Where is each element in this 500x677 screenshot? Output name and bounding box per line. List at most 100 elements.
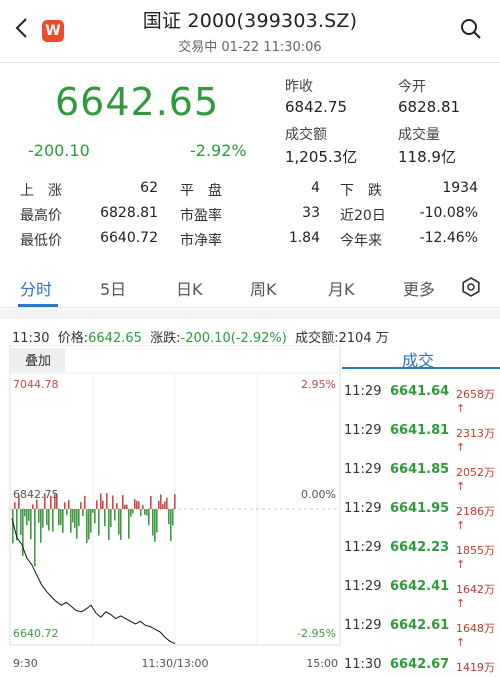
trade-volume-cell: 2052万↑ bbox=[456, 464, 500, 493]
y-axis-top: 7044.78 bbox=[13, 378, 59, 391]
prev-close-value: 6842.75 bbox=[285, 98, 348, 116]
flat-label: 平 盘 bbox=[180, 183, 222, 199]
up-bar bbox=[80, 502, 82, 509]
up-bar bbox=[160, 494, 162, 509]
page-title: 国证 2000(399303.SZ) bbox=[142, 10, 358, 32]
up-arrow-icon: ↑ bbox=[456, 519, 466, 532]
down-bar bbox=[60, 509, 62, 525]
top-bar: W 国证 2000(399303.SZ) 交易中 01-22 11:30:06 bbox=[0, 0, 500, 60]
down-bar bbox=[94, 509, 96, 524]
up-bar bbox=[68, 500, 70, 509]
info-time: 11:30 bbox=[12, 331, 50, 346]
down-bar bbox=[144, 509, 146, 515]
x-axis-mid: 11:30/13:00 bbox=[141, 657, 208, 670]
down-bar bbox=[24, 509, 26, 517]
trade-row: 11:29 6641.85 2052万↑ bbox=[344, 462, 500, 493]
info-change: -200.10(-2.92%) bbox=[180, 331, 287, 346]
search-icon[interactable] bbox=[460, 18, 482, 40]
down-bar bbox=[78, 509, 80, 527]
trade-volume: 1419万 bbox=[456, 661, 495, 674]
up-bar bbox=[136, 500, 138, 509]
up-bar bbox=[84, 495, 86, 509]
up-arrow-icon: ↑ bbox=[456, 480, 466, 493]
intraday-chart[interactable]: 叠加 7044.78 6842.75 6640.72 2.95% 0.00% -… bbox=[0, 345, 342, 677]
down-bar bbox=[110, 509, 112, 528]
trade-price: 6641.95 bbox=[390, 501, 450, 516]
trade-price: 6641.81 bbox=[390, 423, 450, 438]
info-price: 6642.65 bbox=[88, 331, 142, 346]
up-bar bbox=[96, 500, 98, 509]
down-bar bbox=[82, 509, 84, 517]
trade-price: 6642.23 bbox=[390, 540, 450, 555]
turnover-label: 成交额 bbox=[285, 127, 327, 143]
down-bar bbox=[156, 509, 158, 533]
current-price: 6642.65 bbox=[55, 80, 220, 124]
info-amount: 2104 万 bbox=[338, 331, 389, 346]
down-bar bbox=[172, 509, 174, 526]
pb-value: 1.84 bbox=[288, 230, 320, 246]
tab-intraday[interactable]: 分时 bbox=[20, 276, 52, 300]
down-bar bbox=[128, 509, 130, 539]
up-arrow-icon: ↑ bbox=[456, 597, 466, 610]
trade-volume: 2313万 bbox=[456, 427, 495, 440]
trade-row: 11:29 6641.81 2313万↑ bbox=[344, 423, 500, 454]
overlay-label: 叠加 bbox=[25, 354, 51, 369]
info-amount-label: 成交额: bbox=[295, 331, 339, 346]
up-bar bbox=[174, 494, 176, 509]
price-change: -200.10 bbox=[28, 141, 90, 160]
trade-price: 6642.41 bbox=[390, 579, 450, 594]
up-bar bbox=[126, 504, 128, 509]
down-bar bbox=[132, 509, 134, 514]
down-bar bbox=[148, 509, 150, 526]
trade-row: 11:29 6641.64 2658万↑ bbox=[344, 384, 500, 415]
trade-time: 11:29 bbox=[344, 423, 382, 438]
down-bar bbox=[48, 509, 50, 531]
up-arrow-icon: ↑ bbox=[456, 441, 466, 454]
trade-row: 11:29 6642.23 1855万↑ bbox=[344, 540, 500, 571]
open-value: 6828.81 bbox=[398, 98, 461, 116]
down-bar bbox=[72, 509, 74, 523]
down-bar bbox=[74, 509, 76, 528]
up-bar bbox=[142, 504, 144, 509]
up-bar bbox=[112, 495, 114, 509]
trade-price: 6641.64 bbox=[390, 384, 450, 399]
trade-volume-cell: 1419万↑ bbox=[456, 659, 500, 677]
trade-time: 11:29 bbox=[344, 579, 382, 594]
active-tab-indicator bbox=[18, 304, 58, 307]
trade-row: 11:30 6642.67 1419万↑ bbox=[344, 657, 500, 677]
up-bar bbox=[102, 500, 104, 509]
down-bar bbox=[98, 509, 100, 536]
tab-daily-k[interactable]: 日K bbox=[176, 276, 203, 300]
down-bar bbox=[76, 509, 78, 539]
tab-5day[interactable]: 5日 bbox=[100, 276, 126, 300]
trade-time: 11:29 bbox=[344, 462, 382, 477]
chart-tabs: 分时 5日 日K 周K 月K 更多 bbox=[0, 268, 500, 308]
pe-label: 市盈率 bbox=[180, 208, 222, 224]
volume-value: 118.9亿 bbox=[398, 148, 456, 166]
ytd-label: 今年来 bbox=[340, 233, 382, 249]
down-bar bbox=[114, 509, 116, 521]
trade-price: 6642.61 bbox=[390, 618, 450, 633]
trade-volume: 1648万 bbox=[456, 622, 495, 635]
trades-header[interactable]: 成交 bbox=[342, 347, 500, 370]
info-change-label: 涨跌: bbox=[150, 331, 181, 346]
down-bar bbox=[62, 509, 64, 533]
tab-monthly-k[interactable]: 月K bbox=[328, 276, 355, 300]
down-bar bbox=[104, 509, 106, 527]
settings-icon[interactable] bbox=[461, 277, 481, 297]
d20-label: 近20日 bbox=[340, 208, 386, 224]
down-bar bbox=[42, 509, 44, 528]
trade-volume: 2658万 bbox=[456, 388, 495, 401]
volume-label: 成交量 bbox=[398, 127, 440, 143]
down-bar bbox=[38, 509, 40, 523]
up-arrow-icon: ↑ bbox=[456, 558, 466, 571]
tab-weekly-k[interactable]: 周K bbox=[250, 276, 277, 300]
down-bar bbox=[118, 509, 120, 535]
trade-row: 11:29 6642.61 1648万↑ bbox=[344, 618, 500, 649]
down-bar bbox=[20, 509, 22, 536]
up-bar bbox=[116, 503, 118, 509]
up-arrow-icon: ↑ bbox=[456, 402, 466, 415]
down-bar bbox=[146, 509, 148, 516]
tab-more[interactable]: 更多 bbox=[403, 276, 435, 300]
flat-value: 4 bbox=[311, 180, 320, 196]
